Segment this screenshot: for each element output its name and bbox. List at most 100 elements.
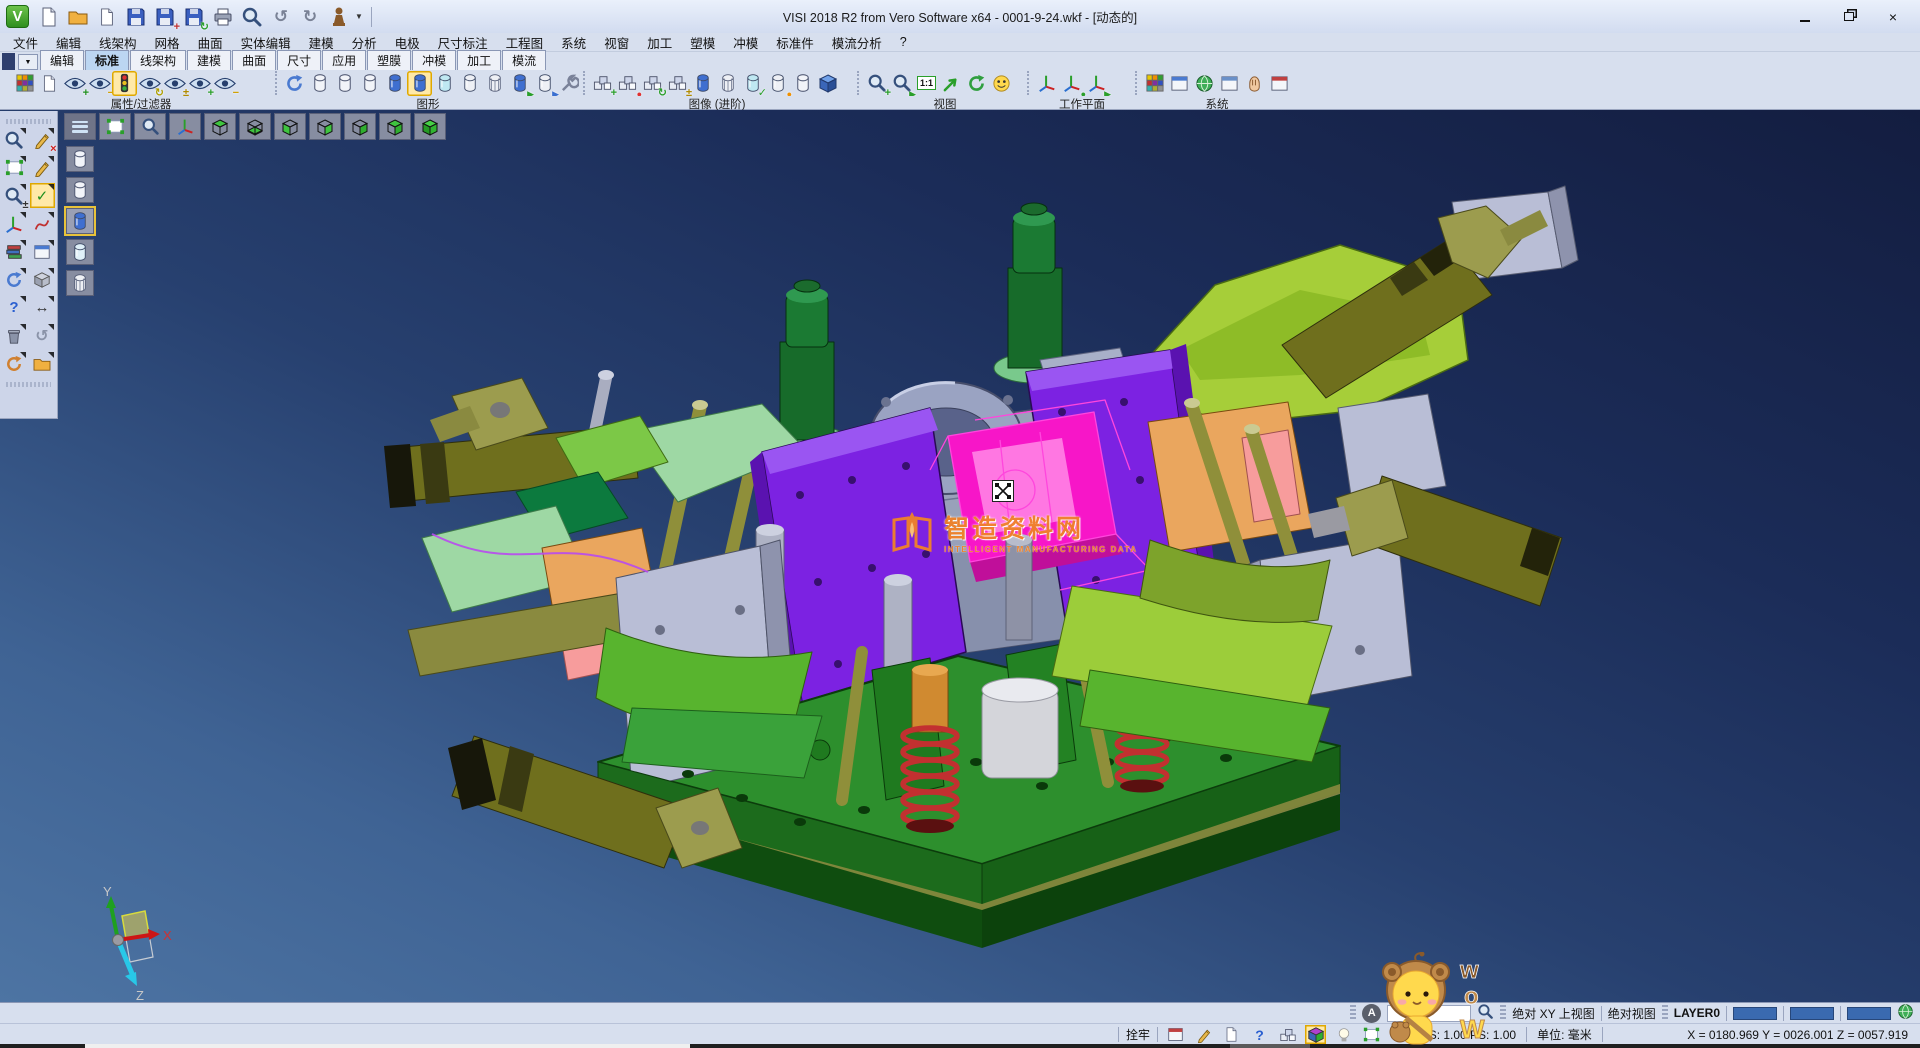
system-settings-icon[interactable] [1192, 71, 1217, 96]
viewport-3d[interactable]: Y X Z × ± ✓ ? ↔ ↺ [0, 110, 1920, 1003]
status-search-input[interactable] [1387, 1005, 1471, 1022]
solid-flag-icon[interactable]: ● [765, 71, 790, 96]
menu-standard-parts[interactable]: 标准件 [767, 33, 823, 52]
help-icon[interactable]: ? [2, 295, 27, 320]
layer-color-swatch-1[interactable] [1733, 1007, 1777, 1020]
zoom-select-icon[interactable] [2, 127, 27, 152]
view-orientation-icon[interactable] [989, 71, 1014, 96]
active-layer-label[interactable]: LAYER0 [1674, 1006, 1720, 1020]
menu-dimension[interactable]: 尺寸标注 [429, 33, 497, 52]
show-entities-icon[interactable]: + [62, 71, 87, 96]
support-cylinder[interactable] [982, 678, 1058, 778]
shaded-cube-icon[interactable] [30, 267, 55, 292]
menu-mould[interactable]: 塑模 [681, 33, 724, 52]
menu-modeling[interactable]: 建模 [300, 33, 343, 52]
tab-dimension[interactable]: 尺寸 [277, 50, 321, 70]
open-file-icon[interactable] [65, 4, 91, 30]
model-3d-canvas[interactable]: Y X Z [0, 110, 1920, 1003]
undo-gray-icon[interactable]: ↺ [30, 323, 55, 348]
advanced-add-icon[interactable]: + [590, 71, 615, 96]
workplane-icon[interactable] [1034, 71, 1059, 96]
advanced-refresh-icon[interactable]: ↻ [640, 71, 665, 96]
tab-edit[interactable]: 编辑 [40, 50, 84, 70]
tab-wireframe[interactable]: 线架构 [130, 50, 186, 70]
undo-icon[interactable]: ↺ [268, 4, 294, 30]
view-reference-label[interactable]: 绝对视图 [1608, 1005, 1656, 1022]
attributes-books-icon[interactable] [2, 239, 27, 264]
tab-surface[interactable]: 曲面 [232, 50, 276, 70]
solid-cube-icon[interactable] [815, 71, 840, 96]
shaded-edges-display-icon[interactable] [407, 71, 432, 96]
display-wireframe-icon[interactable] [66, 146, 94, 172]
layer-color-swatch-2[interactable] [1790, 1007, 1834, 1020]
view-corner-icon[interactable] [379, 113, 411, 140]
tab-flow[interactable]: 模流 [502, 50, 546, 70]
status-search-icon[interactable] [1477, 1003, 1494, 1023]
workplane-move-icon[interactable]: ▶ [1084, 71, 1109, 96]
erase-sketch-icon[interactable]: × [30, 127, 55, 152]
filter-traffic-icon[interactable] [112, 71, 137, 96]
status-help-icon[interactable]: ? [1249, 1025, 1270, 1044]
view-back-icon[interactable] [274, 113, 306, 140]
menu-mesh[interactable]: 网格 [146, 33, 189, 52]
rotate-view-icon[interactable] [964, 71, 989, 96]
minimize-button[interactable] [1798, 11, 1812, 23]
ejector-turret-right[interactable] [994, 203, 1074, 383]
display-hidden-icon[interactable] [66, 177, 94, 203]
zoom-ratio-icon[interactable]: 1:1 [914, 71, 939, 96]
bulb-icon[interactable] [1333, 1025, 1354, 1044]
spline-icon[interactable] [30, 211, 55, 236]
panel-grip[interactable] [6, 382, 51, 387]
system-colors-icon[interactable] [1142, 71, 1167, 96]
frame-select-icon[interactable] [2, 155, 27, 180]
zoom-extents-icon[interactable]: ▶ [889, 71, 914, 96]
menu-edit[interactable]: 编辑 [47, 33, 90, 52]
solid-shaded-icon[interactable] [690, 71, 715, 96]
ucs-cube-icon[interactable] [1305, 1025, 1326, 1044]
hide-entities-icon[interactable]: − [87, 71, 112, 96]
redo-icon[interactable]: ↻ [297, 4, 323, 30]
menu-help[interactable]: ? [891, 35, 916, 49]
capture-window-icon[interactable] [1165, 1025, 1186, 1044]
layer-color-swatch-3[interactable] [1847, 1007, 1891, 1020]
menu-system[interactable]: 系统 [552, 33, 595, 52]
quickbar-options-icon[interactable]: ▼ [355, 12, 363, 21]
navigate-wheel-icon[interactable] [2, 351, 27, 376]
menu-window[interactable]: 视窗 [595, 33, 638, 52]
tabbar-dropdown-icon[interactable]: ▼ [18, 54, 38, 70]
wireframe-display-icon[interactable] [307, 71, 332, 96]
advanced-filter-icon[interactable]: ● [615, 71, 640, 96]
layer-window-icon[interactable] [1167, 71, 1192, 96]
view-axes-icon[interactable] [169, 113, 201, 140]
save-as-icon[interactable]: + [152, 4, 178, 30]
app-logo-icon[interactable]: V [6, 5, 29, 28]
display-tools-icon[interactable] [557, 71, 582, 96]
group-display-icon[interactable]: ▶ [507, 71, 532, 96]
window-config-icon[interactable] [1217, 71, 1242, 96]
hidden-line-display-icon[interactable] [332, 71, 357, 96]
user-badge[interactable]: A [1362, 1004, 1381, 1023]
confirm-check-icon[interactable]: ✓ [30, 183, 55, 208]
annotate-icon[interactable] [1193, 1025, 1214, 1044]
display-shaded-edges-icon[interactable] [66, 239, 94, 265]
tab-application[interactable]: 应用 [322, 50, 366, 70]
menu-solid-edit[interactable]: 实体编辑 [232, 33, 300, 52]
open-document-icon[interactable] [30, 351, 55, 376]
copy-display-icon[interactable]: ▶ [532, 71, 557, 96]
workplane-face-icon[interactable]: ● [1059, 71, 1084, 96]
menu-flow-analysis[interactable]: 模流分析 [823, 33, 891, 52]
dashed-hidden-display-icon[interactable] [357, 71, 382, 96]
view-top-icon[interactable] [204, 113, 236, 140]
print-icon[interactable] [210, 4, 236, 30]
save-all-icon[interactable]: ↻ [181, 4, 207, 30]
menu-wireframe[interactable]: 线架构 [90, 33, 146, 52]
tab-machining[interactable]: 加工 [457, 50, 501, 70]
menu-analysis[interactable]: 分析 [343, 33, 386, 52]
transparent-display-icon[interactable] [432, 71, 457, 96]
import-file-icon[interactable] [94, 4, 120, 30]
material-grid-icon[interactable] [1267, 71, 1292, 96]
ucs-triad-icon[interactable] [2, 211, 27, 236]
solid-striped-icon[interactable] [715, 71, 740, 96]
dynamic-pan-icon[interactable] [939, 71, 964, 96]
macro-icon[interactable] [326, 4, 352, 30]
